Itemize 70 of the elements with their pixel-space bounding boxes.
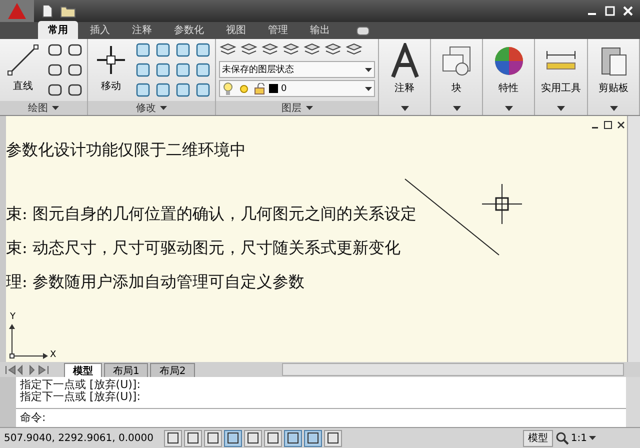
layout-tab[interactable]: 布局2 xyxy=(150,362,195,376)
panel-button[interactable]: 特性 xyxy=(488,41,528,106)
lightbulb-icon xyxy=(222,82,234,96)
plus-toggle[interactable] xyxy=(324,430,342,446)
panel-title[interactable]: 图层 xyxy=(216,101,378,115)
collapse-icon[interactable] xyxy=(356,26,370,36)
drawing-text: 束: 动态尺寸，尺寸可驱动图元，尺寸随关系式更新变化 xyxy=(6,238,400,258)
restore-icon[interactable] xyxy=(603,120,613,130)
ribbon-tab[interactable]: 常用 xyxy=(38,21,78,39)
ribbon-tab[interactable]: 插入 xyxy=(80,21,120,39)
grid-toggle[interactable] xyxy=(184,430,202,446)
layer-state-dropdown[interactable]: 未保存的图层状态 xyxy=(219,61,375,78)
caret-icon xyxy=(160,106,167,110)
caret-icon[interactable] xyxy=(610,106,618,111)
ribbon-tab[interactable]: 参数化 xyxy=(164,21,214,39)
caret-icon[interactable] xyxy=(452,106,460,111)
polar-toggle[interactable] xyxy=(224,430,242,446)
horizontal-scrollbar[interactable] xyxy=(282,363,624,376)
panel-title[interactable]: 修改 xyxy=(88,101,215,115)
maximize-icon[interactable] xyxy=(604,5,616,17)
line-icon xyxy=(6,43,40,77)
ucs-axes-icon xyxy=(8,324,48,360)
caret-icon xyxy=(52,106,59,110)
panel-button[interactable]: 块 xyxy=(436,41,476,106)
osnap-toggle[interactable] xyxy=(244,430,262,446)
dynamic-toggle[interactable] xyxy=(304,430,322,446)
axis-label: Y xyxy=(10,312,16,322)
model-button[interactable]: 模型 xyxy=(522,430,553,446)
layout-tab[interactable]: 布局1 xyxy=(104,362,148,376)
drawing-text: 理: 参数随用户添加自动管理可自定义参数 xyxy=(6,272,304,292)
move-button[interactable]: 移动 xyxy=(91,41,131,101)
ortho-toggle[interactable] xyxy=(204,430,222,446)
padlock-icon xyxy=(254,82,266,94)
caret-icon[interactable] xyxy=(400,106,408,111)
caret-icon xyxy=(306,106,312,110)
ribbon-tab[interactable]: 输出 xyxy=(300,21,340,39)
coordinates-readout: 507.9040, 2292.9061, 0.0000 xyxy=(4,432,154,444)
color-swatch xyxy=(269,84,278,93)
crosshair-cursor-icon xyxy=(482,184,522,224)
folder-icon[interactable] xyxy=(60,4,76,18)
drawing-canvas[interactable]: 参数化设计功能仅限于二维环境中 束: 图元自身的几何位置的确认，几何图元之间的关系设定 束: 动态尺寸，尺寸可驱动图元，尺寸随关系式更新变化 理: 参数随用户添加自动管理可自定义参数 Y X xyxy=(0,116,640,362)
ribbon-tab[interactable]: 管理 xyxy=(258,21,298,39)
panel-title[interactable]: 绘图 xyxy=(0,101,87,115)
dropdown-arrow-icon xyxy=(365,86,372,90)
four-way-arrow-icon xyxy=(94,43,128,77)
new-file-icon[interactable] xyxy=(40,4,54,18)
zoom-icon[interactable] xyxy=(554,431,569,445)
panel-button[interactable]: 实用工具 xyxy=(538,41,584,106)
annotation-scale[interactable]: 1:1 xyxy=(570,432,587,444)
snap-toggle[interactable] xyxy=(164,430,182,446)
caret-icon[interactable] xyxy=(557,106,565,111)
layout-tab[interactable]: 模型 xyxy=(64,362,102,376)
drawing-text: 参数化设计功能仅限于二维环境中 xyxy=(6,140,246,160)
ribbon-tab[interactable]: 注释 xyxy=(122,21,162,39)
ribbon-tab[interactable]: 视图 xyxy=(216,21,256,39)
vertical-scrollbar[interactable] xyxy=(627,116,640,362)
close-icon[interactable] xyxy=(616,120,626,130)
caret-icon[interactable] xyxy=(504,106,512,111)
command-history-line: 指定下一点或 [放弃(U)]: xyxy=(20,379,142,391)
panel-button[interactable]: 注释 xyxy=(384,41,424,106)
track-toggle[interactable] xyxy=(284,430,302,446)
dropdown-arrow-icon xyxy=(365,68,372,72)
command-history-line: 指定下一点或 [放弃(U)]: xyxy=(20,391,142,403)
axis-label: X xyxy=(50,350,56,360)
caret-icon[interactable] xyxy=(589,436,596,440)
drawing-text: 束: 图元自身的几何位置的确认，几何图元之间的关系设定 xyxy=(6,204,416,224)
line-button[interactable]: 直线 xyxy=(3,41,43,101)
layer-dropdown[interactable]: 0 xyxy=(219,80,375,97)
panel-button[interactable]: 剪贴板 xyxy=(594,41,634,106)
angle-toggle[interactable] xyxy=(264,430,282,446)
